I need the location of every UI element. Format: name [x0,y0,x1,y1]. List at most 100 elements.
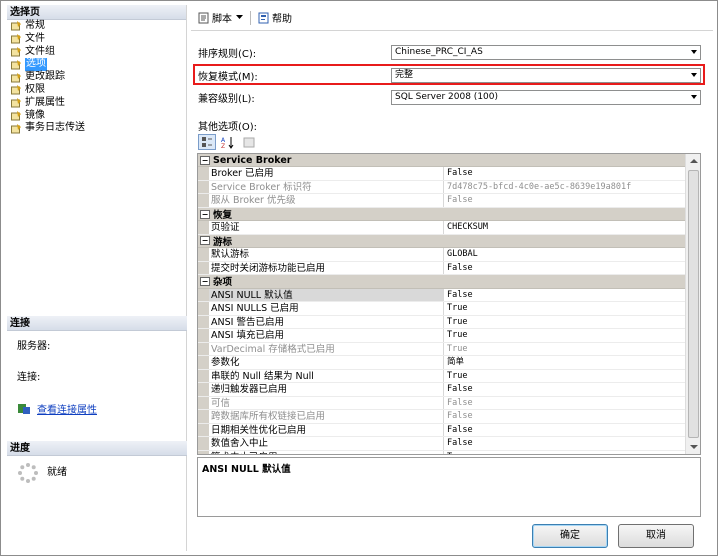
grid-row[interactable]: 数值舍入中止 False [198,437,686,451]
grid-row-gutter [198,261,209,275]
scroll-up-icon[interactable] [690,159,698,163]
connection-section: 连接 服务器: 连接: 查看连接属性 [7,316,187,416]
grid-row-value[interactable]: False [444,437,686,450]
page-icon [11,46,21,57]
grid-row[interactable]: 串联的 Null 结果为 Null True [198,369,686,384]
help-icon [258,12,269,23]
grid-row-name: ANSI NULLS 已启用 [209,302,444,315]
grid-row[interactable]: VarDecimal 存储格式已启用 True [198,342,686,357]
nav-item[interactable]: 扩展属性 [7,97,186,110]
grid-row[interactable]: 跨数据库所有权链接已启用 False [198,410,686,424]
grid-row[interactable]: 递归触发器已启用 False [198,383,686,397]
grid-category[interactable]: − 恢复 [198,207,686,222]
scroll-down-icon[interactable] [690,445,698,449]
grid-row[interactable]: ANSI NULL 默认值 False [198,288,686,303]
nav-item[interactable]: 文件组 [7,46,186,59]
other-options-label: 其他选项(O): [198,122,258,133]
grid-row-value[interactable]: True [444,316,686,329]
chevron-down-icon [691,94,697,99]
grid-row-gutter [198,437,209,450]
recovery-model-combo[interactable]: 完整 [391,67,701,83]
script-dropdown-button[interactable] [235,13,246,22]
grid-row-gutter [198,342,209,356]
collapse-icon[interactable]: − [200,155,210,165]
grid-row-value[interactable]: False [444,262,686,275]
toolbar-separator [250,10,251,25]
grid-row-name: Service Broker 标识符 [209,180,444,194]
grid-row-name: ANSI 警告已启用 [209,315,444,329]
cancel-button[interactable]: 取消 [618,524,694,548]
grid-row[interactable]: ANSI 填充已启用 True [198,329,686,343]
grid-row-value[interactable]: True [444,451,686,454]
nav-item[interactable]: 常规 [7,20,186,33]
help-button[interactable]: 帮助 [255,8,295,27]
grid-row-gutter [198,221,209,234]
grid-row-value[interactable]: True [444,343,686,356]
nav-item[interactable]: 文件 [7,33,186,46]
script-button[interactable]: 脚本 [195,8,235,27]
grid-row-value[interactable]: False [444,424,686,437]
right-pane: 脚本 帮助 排序规则(C): Chinese_PRC_CI_AS 恢复模式(M)… [191,5,713,551]
grid-category-name: 游标 [213,236,233,248]
nav-item[interactable]: 更改跟踪 [7,71,186,84]
collapse-icon[interactable]: − [200,276,210,286]
nav-item-label: 更改跟踪 [25,71,65,83]
nav-item[interactable]: 选项 [7,58,186,72]
compat-level-combo[interactable]: SQL Server 2008 (100) [391,89,701,105]
collation-value: Chinese_PRC_CI_AS [395,46,483,57]
grid-row-value[interactable]: False [444,289,686,302]
property-grid-scrollbar[interactable] [685,154,700,454]
grid-row-value[interactable]: False [444,397,686,410]
grid-row[interactable]: ANSI NULLS 已启用 True [198,302,686,316]
grid-row-value[interactable]: False [444,410,686,423]
select-page-header: 选择页 [7,5,186,20]
grid-row-gutter [198,180,209,194]
categorized-button[interactable] [198,134,216,150]
grid-row-value[interactable]: CHECKSUM [444,221,686,234]
collation-combo[interactable]: Chinese_PRC_CI_AS [391,44,701,60]
collapse-icon[interactable]: − [200,236,210,246]
grid-row[interactable]: 可信 False [198,396,686,411]
recovery-model-row: 恢复模式(M): 完整 [198,67,702,83]
nav-item[interactable]: 事务日志传送 [7,122,186,135]
grid-row[interactable]: 提交时关闭游标功能已启用 False [198,261,686,276]
grid-row[interactable]: 服从 Broker 优先级 False [198,194,686,208]
property-pages-button[interactable] [240,134,258,150]
grid-row-value[interactable]: True [444,329,686,342]
grid-row[interactable]: ANSI 警告已启用 True [198,315,686,330]
scroll-thumb[interactable] [688,170,699,438]
grid-row-value[interactable]: 7d478c75-bfcd-4c0e-ae5c-8639e19a801f [444,181,686,194]
grid-row[interactable]: Service Broker 标识符 7d478c75-bfcd-4c0e-ae5… [198,180,686,195]
alphabetical-button[interactable]: AZ [219,134,237,150]
compat-level-row: 兼容级别(L): SQL Server 2008 (100) [198,89,702,105]
grid-row-gutter [198,369,209,383]
nav-item[interactable]: 权限 [7,84,186,97]
collapse-icon[interactable]: − [200,209,210,219]
grid-row[interactable]: 页验证 CHECKSUM [198,221,686,235]
grid-category[interactable]: − 杂项 [198,275,686,289]
grid-row-value[interactable]: True [444,370,686,383]
grid-category[interactable]: − 游标 [198,234,686,249]
grid-row[interactable]: 日期相关性优化已启用 False [198,423,686,438]
nav-item[interactable]: 镜像 [7,110,186,123]
grid-row[interactable]: 默认游标 GLOBAL [198,248,686,262]
grid-row[interactable]: Broker 已启用 False [198,167,686,181]
grid-row-value[interactable]: False [444,167,686,180]
grid-category-name: Service Broker [213,154,292,166]
grid-row-value[interactable]: 简单 [444,356,686,369]
categorized-icon [202,137,212,147]
grid-row-value[interactable]: True [444,302,686,315]
chevron-down-icon [691,49,697,54]
progress-section: 进度 就绪 [7,441,187,484]
grid-row-value[interactable]: False [444,194,686,207]
grid-row-value[interactable]: GLOBAL [444,248,686,261]
view-connection-properties-link[interactable]: 查看连接属性 [37,401,97,416]
grid-row[interactable]: 参数化 简单 [198,356,686,370]
grid-row-value[interactable]: False [444,383,686,396]
grid-row[interactable]: 算术中止已启用True [198,450,686,454]
page-icon [11,123,21,134]
ok-button[interactable]: 确定 [532,524,608,548]
grid-category[interactable]: − Service Broker [198,154,686,168]
compat-level-label: 兼容级别(L): [198,93,255,105]
grid-row-gutter [198,383,209,396]
